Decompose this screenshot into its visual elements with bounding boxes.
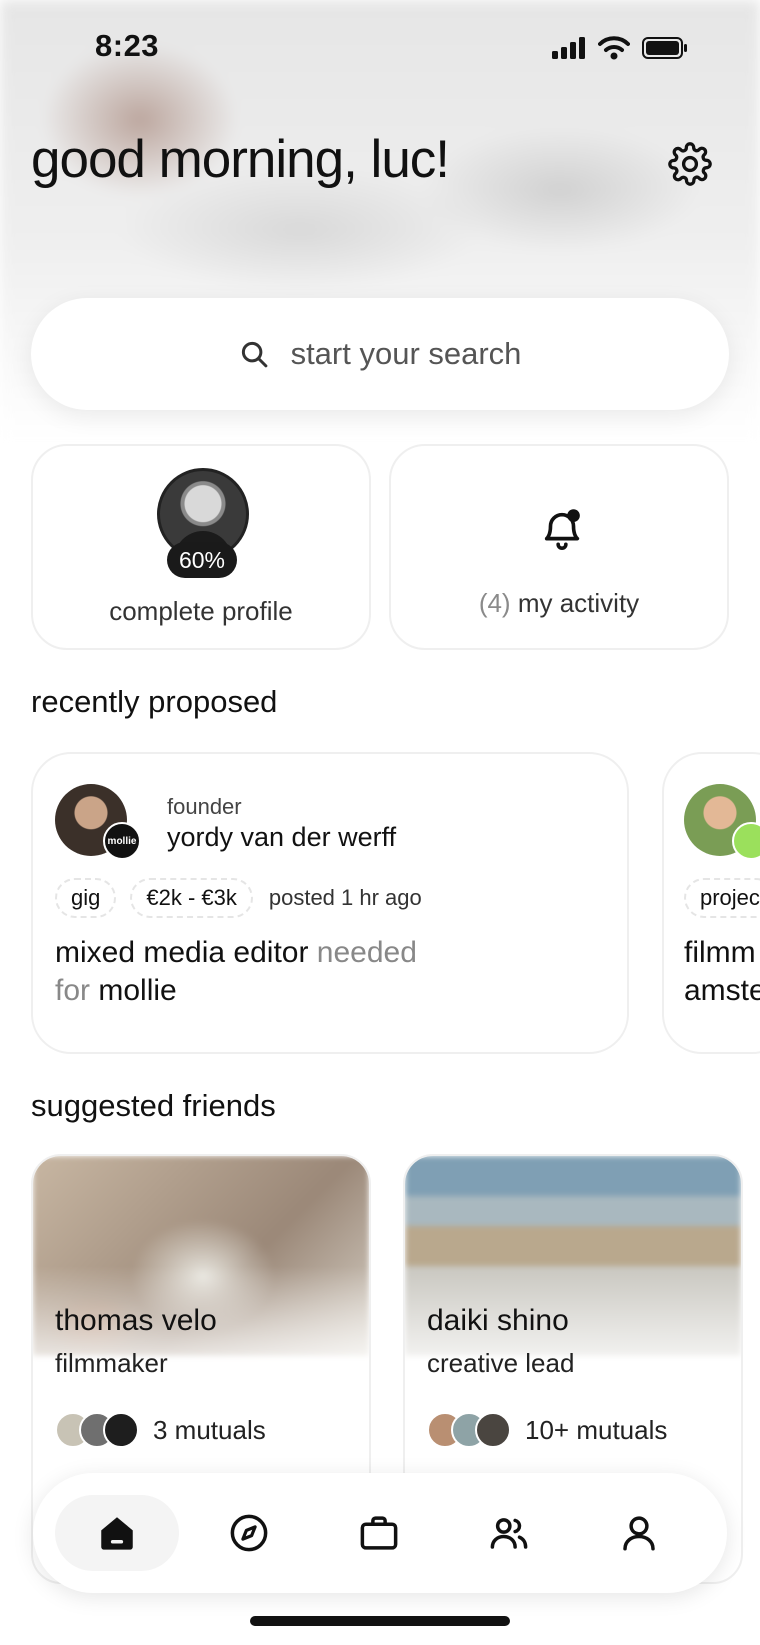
my-activity-label: (4) my activity	[391, 588, 727, 619]
activity-text: my activity	[517, 588, 640, 618]
people-icon	[490, 1518, 528, 1549]
friend-name: thomas velo	[55, 1304, 217, 1337]
title-company: mollie	[98, 974, 177, 1007]
founder-role: founder	[167, 794, 242, 819]
type-chip: gig	[55, 878, 117, 918]
status-time: 8:23	[95, 28, 160, 63]
mutual-avatar	[475, 1412, 511, 1448]
peek-brand-badge	[732, 822, 760, 860]
my-activity-tile[interactable]: (4) my activity	[389, 444, 729, 650]
home-indicator	[250, 1616, 510, 1626]
search-icon	[241, 341, 267, 368]
mutuals-count: 3 mutuals	[153, 1414, 266, 1445]
friend-name: daiki shino	[427, 1304, 569, 1337]
title-role: mixed media editor	[55, 936, 309, 969]
proposal-chips: gig €2k - €3k posted 1 hr ago	[55, 878, 422, 918]
complete-profile-tile[interactable]: 60% complete profile	[31, 444, 371, 650]
title-needed: needed	[316, 936, 417, 969]
battery-icon	[642, 37, 687, 59]
proposal-card[interactable]: mollie founder yordy van der werff gig €…	[31, 752, 629, 1054]
recently-proposed-heading: recently proposed	[31, 684, 278, 719]
signal-icon	[552, 37, 585, 59]
person-icon	[623, 1516, 655, 1551]
home-screen: 8:23 good morning, luc! start your searc…	[0, 0, 760, 1645]
bottom-tab-bar	[33, 1473, 727, 1593]
proposal-card-peek[interactable]: projec filmm amste	[662, 752, 760, 1054]
peek-type-chip: projec	[684, 878, 760, 918]
friend-role: creative lead	[427, 1348, 575, 1378]
status-bar: 8:23	[0, 0, 760, 92]
search-bar[interactable]: start your search	[31, 298, 729, 410]
tab-home[interactable]	[55, 1495, 179, 1571]
mutuals-row: 3 mutuals	[55, 1412, 266, 1448]
founder-name: yordy van der werff	[167, 822, 397, 852]
title-for: for	[55, 974, 91, 1007]
peek-title-line-1: filmm	[684, 936, 756, 969]
home-icon	[101, 1517, 133, 1550]
posted-time: posted 1 hr ago	[268, 885, 422, 910]
peek-title-line-2: amste	[684, 974, 760, 1007]
mutual-avatar	[103, 1412, 139, 1448]
friend-role: filmmaker	[55, 1348, 168, 1378]
mutuals-count: 10+ mutuals	[525, 1414, 668, 1445]
settings-gear-icon[interactable]	[668, 142, 712, 186]
profile-percent-badge: 60%	[167, 542, 237, 578]
proposal-title: mixed media editor needed for mollie	[55, 934, 615, 1010]
activity-count: (4)	[478, 588, 511, 618]
greeting-heading: good morning, luc!	[31, 130, 450, 189]
bell-notification-icon	[544, 509, 580, 550]
brand-badge: mollie	[103, 822, 141, 860]
tab-profile[interactable]	[577, 1495, 701, 1571]
complete-profile-label: complete profile	[109, 596, 293, 626]
tab-people[interactable]	[447, 1495, 571, 1571]
compass-icon	[230, 1514, 268, 1552]
budget-chip: €2k - €3k	[130, 878, 253, 918]
search-placeholder: start your search	[290, 336, 522, 371]
suggested-friends-heading: suggested friends	[31, 1088, 276, 1123]
wifi-icon	[598, 36, 630, 60]
peek-title: filmm amste	[684, 934, 760, 1010]
mutuals-row: 10+ mutuals	[427, 1412, 667, 1448]
tab-jobs[interactable]	[317, 1495, 441, 1571]
tab-explore[interactable]	[187, 1495, 311, 1571]
status-icons	[552, 36, 688, 60]
briefcase-icon	[360, 1516, 398, 1550]
